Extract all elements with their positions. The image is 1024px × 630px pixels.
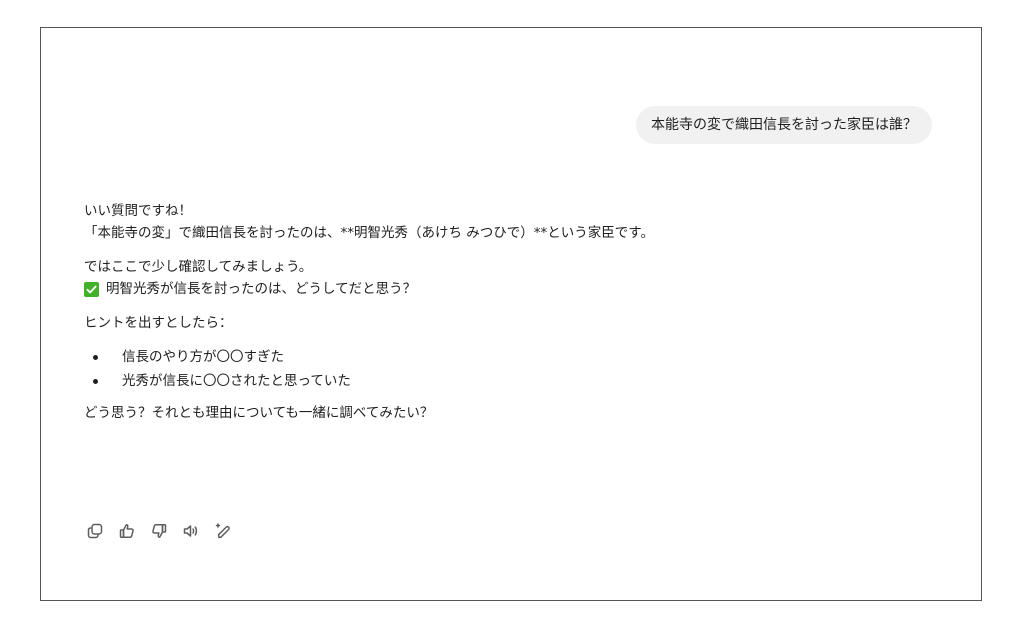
copy-button[interactable] [84, 520, 106, 542]
thumbs-down-icon [152, 524, 167, 538]
check-question-line: 明智光秀が信長を討ったのは、どうしてだと思う？ [84, 278, 944, 300]
message-actions [84, 520, 234, 542]
assistant-reply: いい質問ですね！ 「本能寺の変」で織田信長を討ったのは、**明智光秀（あけち み… [84, 200, 944, 436]
copy-icon [87, 523, 103, 539]
reply-paragraph-2: ではここで少し確認してみましょう。 明智光秀が信長を討ったのは、どうしてだと思う… [84, 256, 944, 300]
user-message-bubble: 本能寺の変で織田信長を討った家臣は誰？ [636, 106, 932, 144]
thumbs-up-icon [119, 524, 134, 538]
list-item: 信長のやり方が〇〇すぎた [84, 346, 944, 368]
closing-text: どう思う？それとも理由についても一緒に調べてみたい？ [84, 405, 434, 421]
hint-intro: ヒントを出すとしたら： [84, 312, 944, 334]
reply-line: いい質問ですね！ [84, 203, 192, 219]
read-aloud-icon [183, 525, 198, 537]
reply-line: 「本能寺の変」で織田信長を討ったのは、**明智光秀（あけち みつひで）**という… [84, 225, 654, 241]
thumbs-down-button[interactable] [148, 520, 170, 542]
list-item: 光秀が信長に〇〇されたと思っていた [84, 370, 944, 392]
hint-intro-text: ヒントを出すとしたら： [84, 315, 233, 331]
read-aloud-button[interactable] [180, 520, 202, 542]
chat-frame: 本能寺の変で織田信長を討った家臣は誰？ いい質問ですね！ 「本能寺の変」で織田信… [40, 27, 982, 601]
reply-line: ではここで少し確認してみましょう。 [84, 259, 313, 275]
check-mark-icon [84, 281, 99, 297]
check-question-text: 明智光秀が信長を討ったのは、どうしてだと思う？ [106, 281, 417, 297]
edit-button[interactable] [212, 520, 234, 542]
closing-question: どう思う？それとも理由についても一緒に調べてみたい？ [84, 402, 944, 424]
hint-list: 信長のやり方が〇〇すぎた 光秀が信長に〇〇されたと思っていた [84, 346, 944, 392]
edit-sparkle-icon [215, 523, 230, 539]
reply-paragraph-1: いい質問ですね！ 「本能寺の変」で織田信長を討ったのは、**明智光秀（あけち み… [84, 200, 944, 244]
thumbs-up-button[interactable] [116, 520, 138, 542]
